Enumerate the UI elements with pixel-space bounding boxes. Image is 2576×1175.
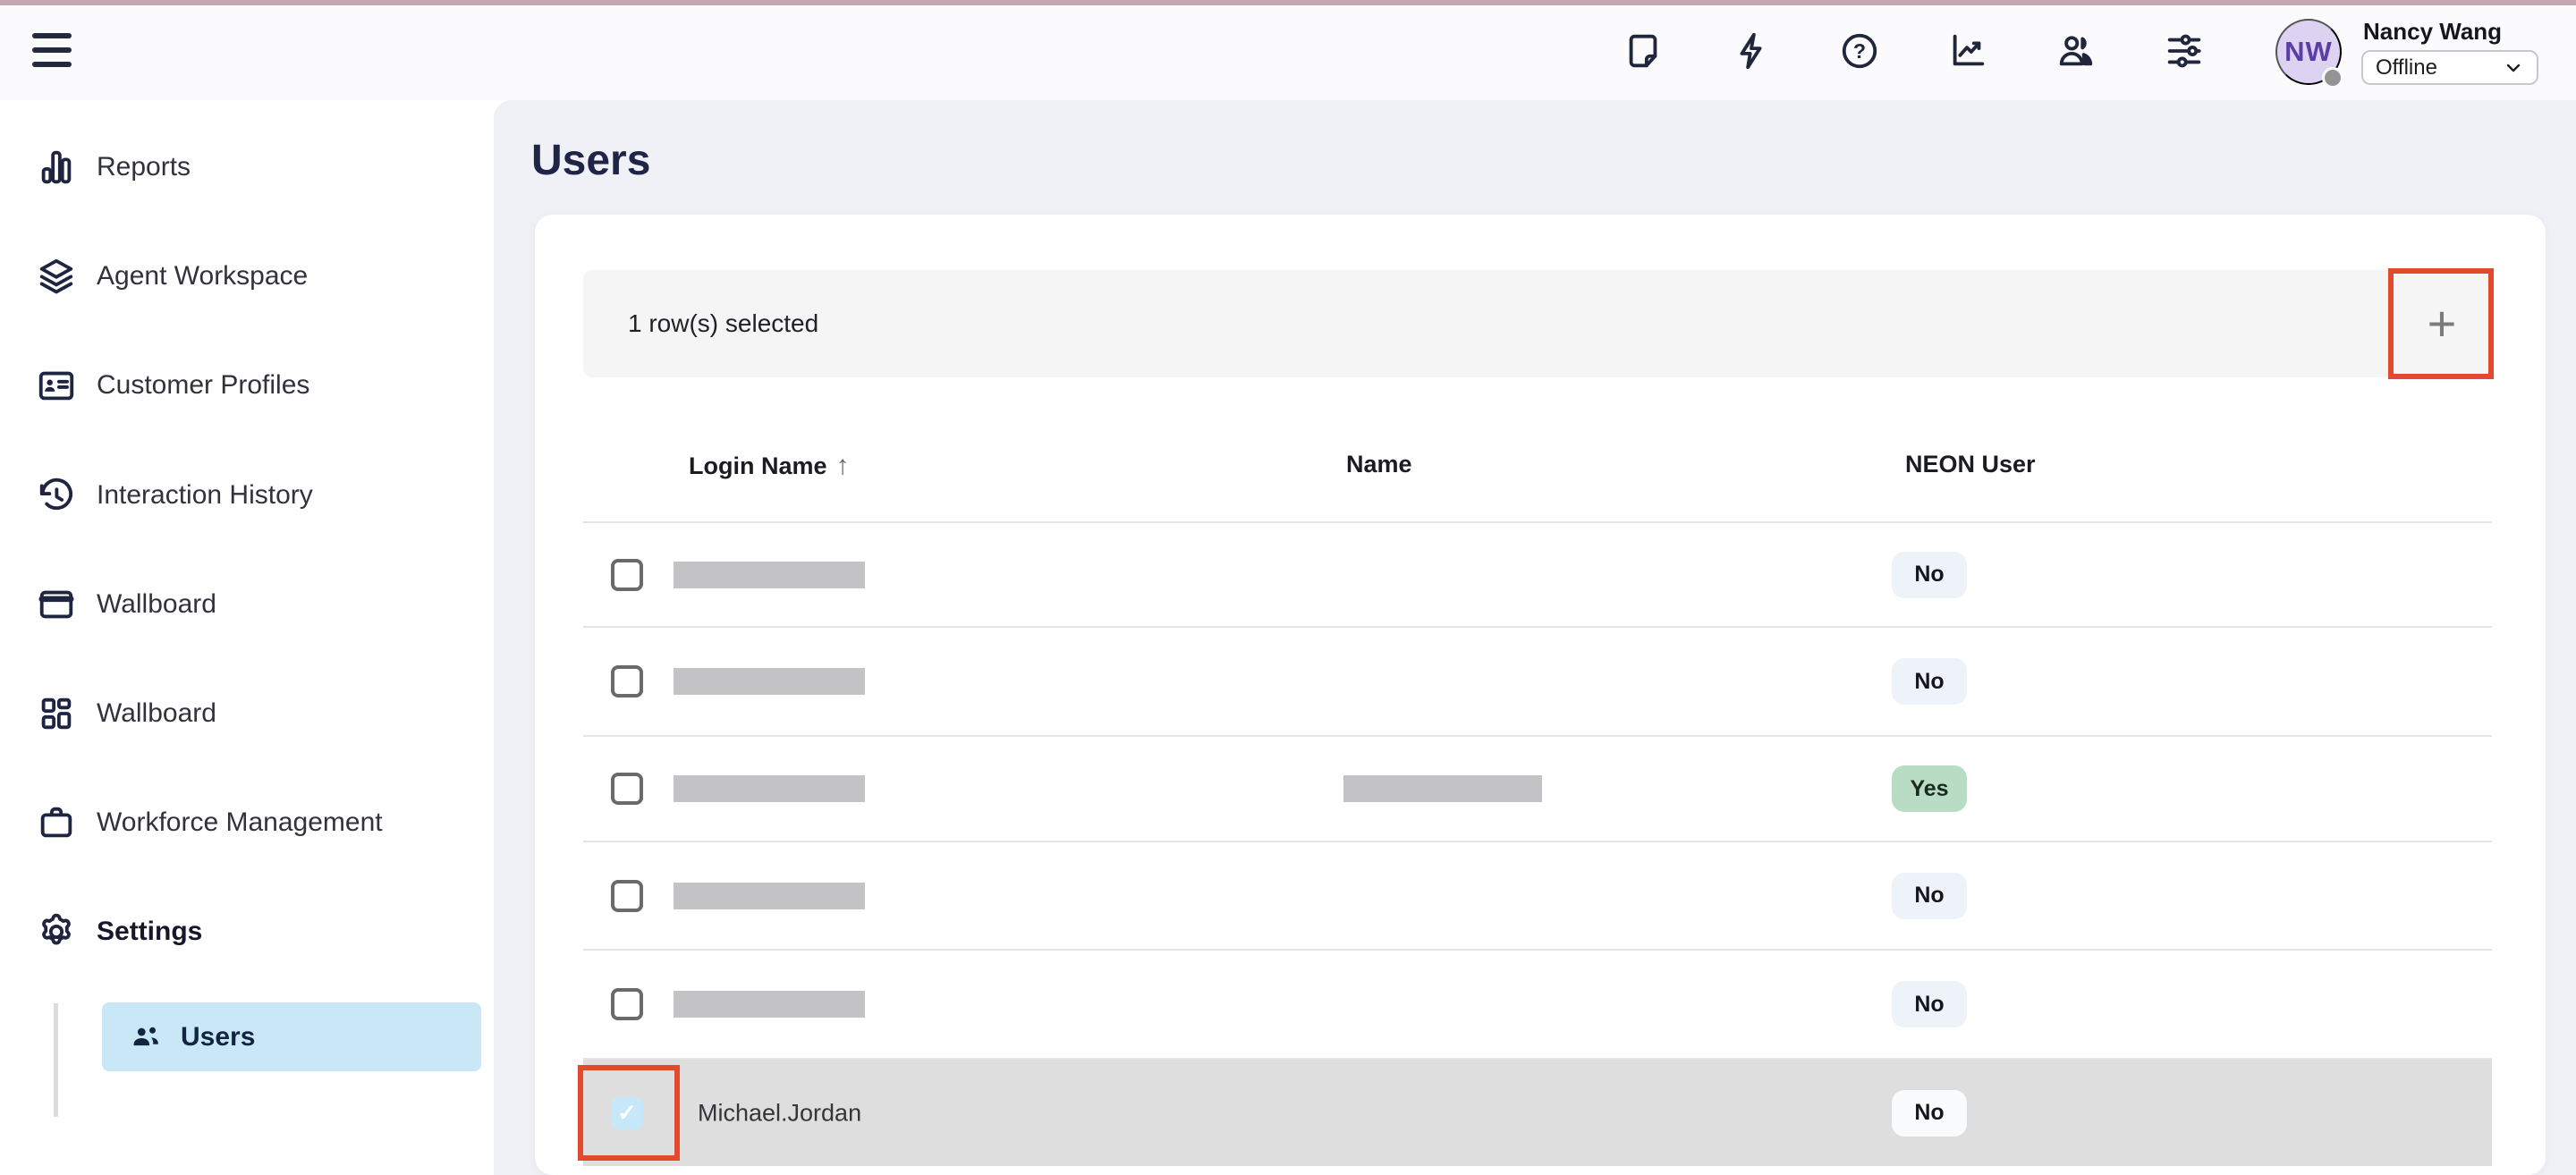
- redacted-login-name: [674, 775, 865, 802]
- status-dropdown[interactable]: Offline: [2361, 50, 2538, 85]
- sidebar-item-reports[interactable]: Reports: [0, 127, 494, 207]
- redacted-login-name: [674, 883, 865, 909]
- row-checkbox[interactable]: [611, 880, 643, 912]
- app-screen: ? NW Nancy Wang Offline Reports: [0, 0, 2576, 1175]
- redacted-login-name: [674, 668, 865, 695]
- sidebar-item-agent-workspace[interactable]: Agent Workspace: [0, 236, 494, 317]
- sidebar-item-label: Users: [181, 1022, 255, 1052]
- redacted-login-name: [674, 991, 865, 1018]
- neon-badge: No: [1892, 873, 1967, 919]
- sidebar-item-wallboard[interactable]: Wallboard: [0, 564, 494, 645]
- help-icon[interactable]: ?: [1835, 26, 1885, 76]
- users-card: 1 row(s) selected + Login Name ↑ Name NE…: [535, 215, 2546, 1175]
- sidebar-item-label: Wallboard: [97, 589, 216, 620]
- add-user-button[interactable]: +: [2392, 270, 2492, 377]
- neon-badge: No: [1892, 552, 1967, 598]
- sidebar: Reports Agent Workspace Customer Profile…: [0, 100, 494, 1175]
- neon-badge: No: [1892, 981, 1967, 1027]
- sidebar-item-label: Customer Profiles: [97, 370, 309, 401]
- sidebar-item-workforce-management[interactable]: Workforce Management: [0, 782, 494, 863]
- redacted-name: [1343, 775, 1542, 802]
- table-header: Login Name ↑ Name NEON User: [583, 440, 2492, 494]
- sidebar-item-label: Reports: [97, 152, 191, 182]
- page-title: Users: [531, 136, 650, 185]
- sidebar-item-interaction-history[interactable]: Interaction History: [0, 455, 494, 536]
- sidebar-item-customer-profiles[interactable]: Customer Profiles: [0, 345, 494, 426]
- sidebar-item-label: Agent Workspace: [97, 261, 308, 292]
- table-row[interactable]: No: [583, 949, 2492, 1058]
- check-icon: ✓: [617, 1099, 637, 1127]
- table-row[interactable]: No: [583, 841, 2492, 949]
- user-avatar[interactable]: NW: [2275, 19, 2342, 85]
- avatar-initials: NW: [2284, 36, 2333, 68]
- redacted-login-name: [674, 562, 865, 588]
- row-checkbox[interactable]: [611, 773, 643, 805]
- row-checkbox[interactable]: [611, 559, 643, 591]
- status-dot: [2322, 67, 2343, 89]
- top-icon-row: ?: [1618, 26, 2209, 76]
- sub-item-tree-line: [54, 1003, 58, 1117]
- browser-window-icon: [36, 584, 77, 625]
- selection-count-text: 1 row(s) selected: [628, 270, 818, 377]
- row-checkbox[interactable]: [611, 665, 643, 697]
- briefcase-icon: [36, 802, 77, 843]
- neon-badge: Yes: [1892, 765, 1967, 812]
- column-header-login-name[interactable]: Login Name ↑: [689, 451, 850, 481]
- id-card-icon: [36, 365, 77, 406]
- user-name: Nancy Wang: [2363, 18, 2502, 46]
- preferences-sliders-icon[interactable]: [2159, 26, 2209, 76]
- neon-badge: No: [1892, 658, 1967, 705]
- sidebar-item-settings[interactable]: Settings: [0, 892, 494, 972]
- sidebar-item-users[interactable]: Users: [102, 1002, 481, 1071]
- users-icon: [127, 1019, 165, 1056]
- row-checkbox-checked[interactable]: ✓: [611, 1097, 643, 1129]
- quick-launch-icon[interactable]: [1726, 26, 1776, 76]
- login-name-text: Michael.Jordan: [698, 1099, 861, 1127]
- hamburger-menu-button[interactable]: [32, 32, 75, 68]
- top-accent-line: [0, 0, 2576, 5]
- dashboard-grid-icon: [36, 693, 77, 734]
- notes-icon[interactable]: [1618, 26, 1668, 76]
- neon-badge: No: [1892, 1090, 1967, 1137]
- contacts-icon[interactable]: [2051, 26, 2101, 76]
- chevron-down-icon: [2503, 57, 2524, 79]
- table-row-selected[interactable]: ✓ Michael.Jordan No: [583, 1058, 2492, 1166]
- row-checkbox[interactable]: [611, 988, 643, 1020]
- history-icon: [36, 475, 77, 516]
- sidebar-item-label: Settings: [97, 917, 202, 947]
- bar-chart-icon: [36, 147, 77, 188]
- sidebar-item-label: Wallboard: [97, 698, 216, 729]
- svg-text:?: ?: [1853, 39, 1866, 63]
- column-header-name[interactable]: Name: [1346, 451, 1412, 478]
- selection-bar: 1 row(s) selected +: [583, 270, 2492, 377]
- top-bar: ? NW Nancy Wang Offline: [0, 0, 2576, 100]
- table-row[interactable]: No: [583, 521, 2492, 626]
- analytics-icon[interactable]: [1943, 26, 1993, 76]
- table-row[interactable]: No: [583, 626, 2492, 735]
- sort-ascending-icon: ↑: [836, 451, 850, 481]
- sidebar-item-label: Interaction History: [97, 480, 313, 511]
- column-header-neon-user[interactable]: NEON User: [1905, 451, 2036, 478]
- sidebar-item-label: Workforce Management: [97, 807, 383, 838]
- layers-icon: [36, 256, 77, 297]
- status-value: Offline: [2376, 55, 2503, 80]
- sidebar-item-wallboard-2[interactable]: Wallboard: [0, 673, 494, 754]
- table-row[interactable]: Yes: [583, 735, 2492, 841]
- gear-icon: [36, 911, 77, 952]
